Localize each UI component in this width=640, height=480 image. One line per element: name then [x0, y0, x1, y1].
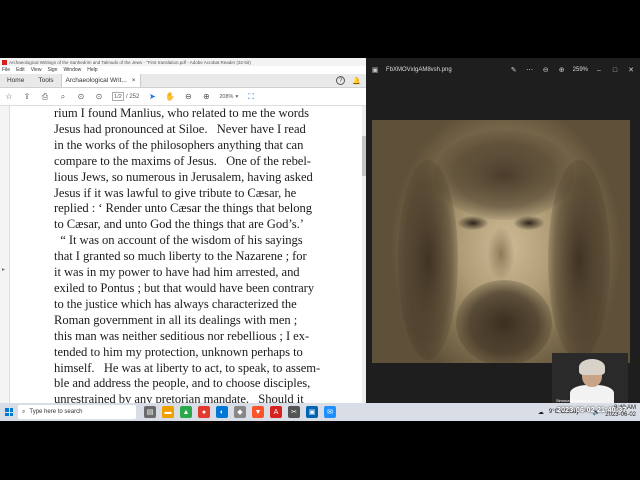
- app-green-icon[interactable]: ▲: [180, 406, 192, 418]
- help-icon[interactable]: ?: [336, 76, 346, 85]
- viewer-titlebar: ▣ FbXMOVxlgAM8vsh.png ✎ ⋯ ⊖ ⊕ 259% – □ ✕: [366, 58, 640, 82]
- text-line: compare to the maxims of Jesus. One of t…: [54, 153, 311, 168]
- mail-icon[interactable]: ✉: [324, 406, 336, 418]
- app-gray-icon[interactable]: ◆: [234, 406, 246, 418]
- webcam-overlay: Simona Rosalindoc...: [552, 353, 628, 405]
- acrobat-taskbar-icon[interactable]: A: [270, 406, 282, 418]
- tab-tools[interactable]: Tools: [31, 74, 60, 87]
- search-placeholder: Type here to search: [29, 409, 83, 415]
- search-icon: ⌕: [22, 408, 26, 415]
- taskbar: ⌕ Type here to search ▤ ▬ ▲ ● ◐ ◆ ▼ A ✂ …: [0, 403, 640, 421]
- more-icon[interactable]: ⋯: [525, 66, 535, 74]
- text-line: replied : ‘ Render unto Cæsar the things…: [54, 201, 312, 216]
- text-line: to Cæsar, and unto God the things that a…: [54, 217, 304, 232]
- page-text: rium I found Manlius, who related to me …: [54, 106, 362, 403]
- page-number-input[interactable]: 1/2: [112, 92, 124, 101]
- close-icon[interactable]: ✕: [626, 66, 636, 74]
- fit-page-icon[interactable]: ⛶: [246, 92, 256, 102]
- text-line: “ It was on account of the wisdom of his…: [54, 233, 303, 248]
- menu-help[interactable]: Help: [87, 67, 97, 73]
- zoom-out-icon[interactable]: ⊖: [183, 92, 193, 102]
- text-line: this man was neither seditious nor rebel…: [54, 328, 310, 343]
- edit-icon[interactable]: ✎: [509, 66, 519, 74]
- menu-file[interactable]: File: [2, 67, 10, 73]
- viewer-app-icon: ▣: [371, 67, 379, 74]
- tab-bar: Home Tools Archaeological Writ... × ? 🔔: [0, 74, 366, 88]
- windows-logo-icon: [5, 408, 13, 416]
- acrobat-titlebar: Archaeological Writings of the Sanhedrim…: [0, 58, 366, 66]
- zoom-search-icon[interactable]: ⌕: [58, 92, 68, 102]
- text-line: it was in my power to have had him arres…: [54, 265, 300, 280]
- video-timestamp: 2023-06-02 21:40:37: [557, 407, 627, 414]
- chrome-icon[interactable]: ●: [198, 406, 210, 418]
- tab-document[interactable]: Archaeological Writ... ×: [60, 74, 141, 87]
- hand-tool-icon[interactable]: ✋: [165, 92, 175, 102]
- menu-edit[interactable]: Edit: [16, 67, 25, 73]
- screen: Archaeological Writings of the Sanhedrim…: [0, 0, 640, 480]
- text-line: Roman government in all its dealings wit…: [54, 312, 298, 327]
- side-panel-toggle[interactable]: ▸: [0, 106, 10, 403]
- text-line: himself. He was at liberty to act, to sp…: [54, 360, 321, 375]
- print-icon[interactable]: ⎙: [40, 92, 50, 102]
- zoom-value: 208%: [219, 93, 234, 100]
- menu-view[interactable]: View: [31, 67, 42, 73]
- text-line: Jesus if it was lawful to give tribute t…: [54, 185, 297, 200]
- displayed-photo: [372, 120, 630, 363]
- task-view-icon[interactable]: ▤: [144, 406, 156, 418]
- text-line: tended to him my protection, unknown per…: [54, 344, 303, 359]
- text-line: ble and address the people, and to choos…: [54, 376, 311, 391]
- acrobat-logo-icon: [2, 59, 7, 65]
- menu-bar: File Edit View Sign Window Help: [0, 66, 366, 74]
- text-line: in the works of the philosophers anythin…: [54, 137, 304, 152]
- minimize-icon[interactable]: –: [594, 67, 604, 74]
- brave-icon[interactable]: ▼: [252, 406, 264, 418]
- text-line: rium I found Manlius, who related to me …: [54, 106, 309, 120]
- text-line: lious Jews, so numerous in Jerusalem, ha…: [54, 169, 313, 184]
- page-down-icon[interactable]: ⊙: [94, 92, 104, 102]
- desktop: Archaeological Writings of the Sanhedrim…: [0, 58, 640, 421]
- edge-icon[interactable]: ◐: [216, 406, 228, 418]
- viewer-filename: FbXMOVxlgAM8vsh.png: [386, 67, 452, 73]
- upload-icon[interactable]: ⇪: [22, 92, 32, 102]
- text-line: that I granted so much liberty to the Na…: [54, 249, 307, 264]
- start-button[interactable]: [0, 403, 18, 421]
- zoom-select[interactable]: 208% ▾: [219, 94, 238, 100]
- text-line: unrestrained by any pretorian mandate. S…: [54, 392, 304, 403]
- menu-window[interactable]: Window: [63, 67, 81, 73]
- acrobat-window: Archaeological Writings of the Sanhedrim…: [0, 58, 366, 403]
- app-dark-icon[interactable]: ✂: [288, 406, 300, 418]
- text-line: Jesus had pronounced at Siloe. Never hav…: [54, 121, 306, 136]
- page-total: / 252: [126, 93, 140, 100]
- file-explorer-icon[interactable]: ▬: [162, 406, 174, 418]
- text-line: to the justice which has always characte…: [54, 296, 297, 311]
- pdf-page: rium I found Manlius, who related to me …: [10, 106, 366, 403]
- zoom-in-icon[interactable]: ⊕: [201, 92, 211, 102]
- notifications-icon[interactable]: 🔔: [352, 77, 361, 85]
- image-viewer-window: ▣ FbXMOVxlgAM8vsh.png ✎ ⋯ ⊖ ⊕ 259% – □ ✕: [366, 58, 640, 403]
- page-indicator: 1/2 / 252: [112, 92, 139, 101]
- menu-sign[interactable]: Sign: [47, 67, 57, 73]
- close-tab-icon[interactable]: ×: [132, 77, 136, 84]
- tab-document-label: Archaeological Writ...: [65, 77, 127, 84]
- cloud-icon: ☁: [537, 409, 544, 416]
- toolbar: ☆ ⇪ ⎙ ⌕ ⊙ ⊙ 1/2 / 252 ➤ ✋ ⊖ ⊕ 208% ▾ ⛶: [0, 88, 366, 106]
- taskbar-apps: ▤ ▬ ▲ ● ◐ ◆ ▼ A ✂ ▣ ✉: [144, 406, 336, 418]
- text-line: exiled to Pontus ; but that would have b…: [54, 280, 315, 295]
- expand-arrow-icon[interactable]: ▸: [2, 266, 5, 273]
- select-cursor-icon[interactable]: ➤: [147, 92, 157, 102]
- tab-bar-right: ? 🔔: [336, 74, 366, 87]
- page-up-icon[interactable]: ⊙: [76, 92, 86, 102]
- chevron-down-icon: ▾: [235, 93, 239, 100]
- viewer-zoom-value: 259%: [572, 67, 588, 73]
- bookmark-star-icon[interactable]: ☆: [4, 92, 14, 102]
- viewer-zoom-in-icon[interactable]: ⊕: [557, 66, 567, 74]
- maximize-icon[interactable]: □: [610, 67, 620, 74]
- window-title: Archaeological Writings of the Sanhedrim…: [9, 59, 251, 65]
- taskbar-search[interactable]: ⌕ Type here to search: [18, 405, 136, 419]
- document-area: ▸ rium I found Manlius, who related to m…: [0, 106, 366, 403]
- tab-home[interactable]: Home: [0, 74, 31, 87]
- viewer-zoom-out-icon[interactable]: ⊖: [541, 66, 551, 74]
- photos-icon[interactable]: ▣: [306, 406, 318, 418]
